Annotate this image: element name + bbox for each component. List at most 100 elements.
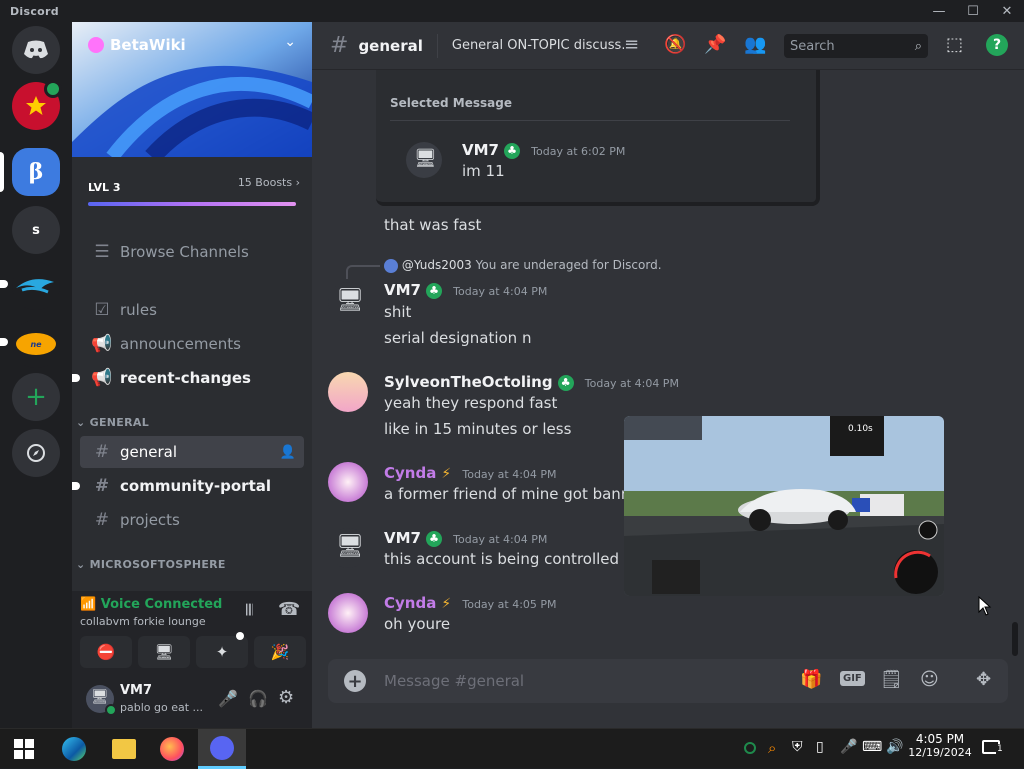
home-button[interactable] (12, 26, 60, 74)
author-name[interactable]: Cynda (384, 594, 436, 612)
close-button[interactable]: ✕ (990, 0, 1024, 22)
help-icon[interactable]: ? (986, 34, 1008, 56)
soundboard-icon: 🎉 (270, 643, 290, 661)
inbox-icon[interactable]: ⬚ (946, 34, 963, 55)
category-general[interactable]: ⌄ GENERAL (76, 416, 149, 429)
search-tray-icon[interactable]: ⌕ (768, 739, 776, 757)
message-input[interactable]: Message #general (384, 672, 524, 690)
lightning-icon: ⚡ (441, 466, 452, 482)
hash-icon: # (94, 476, 110, 496)
channel-recent-changes[interactable]: 📢 recent-changes (72, 362, 304, 394)
channel-projects[interactable]: # projects (80, 504, 304, 536)
clan-badge-icon: ♣ (504, 142, 521, 159)
author-name[interactable]: Cynda (384, 464, 436, 482)
stream-preview[interactable]: 0.10s (624, 416, 944, 596)
server-icon-dolphin[interactable] (12, 262, 60, 310)
avatar[interactable] (328, 462, 368, 502)
file-explorer-icon[interactable] (112, 739, 136, 759)
microphone-icon[interactable]: 🎤 (218, 689, 238, 708)
message-text: shit (384, 303, 412, 321)
channel-community-portal[interactable]: # community-portal (72, 470, 304, 502)
channel-topic[interactable]: General ON-TOPIC discuss... (452, 38, 624, 53)
channel-announcements[interactable]: 📢 announcements (80, 328, 304, 360)
camera-off-button[interactable]: ⛔ (80, 636, 132, 668)
search-input[interactable]: Search (790, 39, 915, 54)
minimize-button[interactable]: — (922, 0, 956, 22)
chevron-down-icon[interactable]: ⌄ (284, 34, 296, 50)
window-titlebar: Discord — ☐ ✕ (0, 0, 1024, 22)
app-title: Discord (10, 4, 59, 18)
edge-browser-icon[interactable] (62, 737, 86, 761)
notifications-muted-icon[interactable]: 🔕 (664, 34, 686, 55)
tray-icon-green[interactable] (744, 742, 756, 754)
discord-taskbar-button[interactable] (198, 729, 246, 769)
network-icon[interactable]: ⌨ (862, 739, 882, 755)
message-text: like in 15 minutes or less (384, 420, 572, 438)
user-panel: 🖥 VM7 pablo go eat ... 🎤 🎧 ⚙ (72, 671, 312, 728)
category-microsoftosphere[interactable]: ⌄ MICROSOFTOSPHERE (76, 558, 226, 571)
unread-indicator (0, 338, 8, 346)
screen-share-icon: 🖥 (154, 643, 174, 661)
author-name[interactable]: VM7 (462, 141, 499, 159)
timestamp: Today at 4:04 PM (462, 468, 557, 481)
pinned-messages-icon[interactable]: 📌 (704, 34, 726, 55)
author-name[interactable]: VM7 (384, 529, 421, 547)
soundboard-button[interactable]: 🎉 (254, 636, 306, 668)
clock-date: 12/19/2024 (908, 746, 972, 759)
app-launcher-icon[interactable]: ✥ (976, 669, 991, 690)
invite-icon[interactable]: 👤 (280, 445, 296, 460)
channel-title: general (358, 36, 423, 55)
server-icon-betawiki[interactable]: β (12, 148, 60, 196)
computer-icon: 🖥 (91, 689, 109, 705)
channel-header: # general General ON-TOPIC discuss... ≡ … (312, 22, 1024, 70)
scrollbar[interactable] (1012, 622, 1018, 656)
attach-plus-icon[interactable]: + (344, 670, 366, 692)
settings-gear-icon[interactable]: ⚙ (278, 687, 294, 708)
avatar[interactable] (328, 593, 368, 633)
emoji-icon[interactable]: ☺ (920, 669, 939, 690)
maximize-button[interactable]: ☐ (956, 0, 990, 22)
avatar[interactable]: 🖥 (328, 528, 368, 568)
user-name[interactable]: VM7 (120, 683, 152, 698)
newegg-logo-icon: ne (16, 333, 56, 355)
server-icon-red[interactable] (12, 80, 62, 130)
screen-share-button[interactable]: 🖥 (138, 636, 190, 668)
member-list-icon[interactable]: 👥 (744, 34, 766, 55)
browse-channels[interactable]: ☰ Browse Channels (80, 236, 304, 268)
user-avatar[interactable]: 🖥 (86, 685, 117, 716)
server-icon-s[interactable]: s (12, 206, 60, 254)
author-name[interactable]: SylveonTheOctoling (384, 373, 553, 391)
server-icon-newegg[interactable]: ne (12, 320, 60, 368)
voice-channel[interactable]: collabvm forkie lounge (80, 615, 206, 628)
volume-icon[interactable]: 🔊 (886, 739, 903, 755)
disconnect-icon[interactable]: ☎ (278, 599, 300, 620)
voice-status[interactable]: 📶 Voice Connected (80, 597, 222, 612)
boost-progress[interactable]: LVL 3 15 Boosts › (88, 176, 300, 206)
notification-center-button[interactable]: 1 (982, 738, 1006, 758)
activities-button[interactable]: ✦ (196, 632, 248, 668)
channel-general[interactable]: # general 👤 (80, 436, 304, 468)
channel-rules[interactable]: ☑ rules (80, 294, 304, 326)
windows-start-icon[interactable] (14, 739, 34, 759)
noise-suppression-icon[interactable]: 𝄃𝄃 (246, 601, 253, 619)
clock[interactable]: 4:05 PM 12/19/2024 (908, 732, 972, 759)
hash-icon: # (330, 33, 349, 58)
usb-icon[interactable]: ▯ (816, 739, 824, 755)
gift-icon[interactable]: 🎁 (800, 669, 822, 690)
microphone-tray-icon[interactable]: 🎤 (840, 739, 857, 755)
avatar[interactable] (328, 372, 368, 412)
search-box[interactable]: Search ⌕ (784, 34, 928, 58)
gif-button[interactable]: GIF (840, 671, 865, 686)
avatar[interactable]: 🖥 (328, 282, 368, 322)
add-server-button[interactable]: + (12, 373, 60, 421)
threads-icon[interactable]: ≡ (624, 34, 639, 55)
author-name[interactable]: VM7 (384, 281, 421, 299)
explore-servers-button[interactable] (12, 429, 60, 477)
security-shield-icon[interactable]: ⛨ (792, 739, 803, 755)
sticker-icon[interactable]: 🗒 (880, 669, 903, 690)
server-banner[interactable]: BetaWiki ⌄ (72, 22, 312, 157)
firefox-icon[interactable] (160, 737, 184, 761)
headphones-icon[interactable]: 🎧 (248, 689, 268, 708)
reply-preview[interactable]: @Yuds2003 You are underaged for Discord. (384, 258, 662, 273)
megaphone-icon: 📢 (91, 368, 113, 388)
